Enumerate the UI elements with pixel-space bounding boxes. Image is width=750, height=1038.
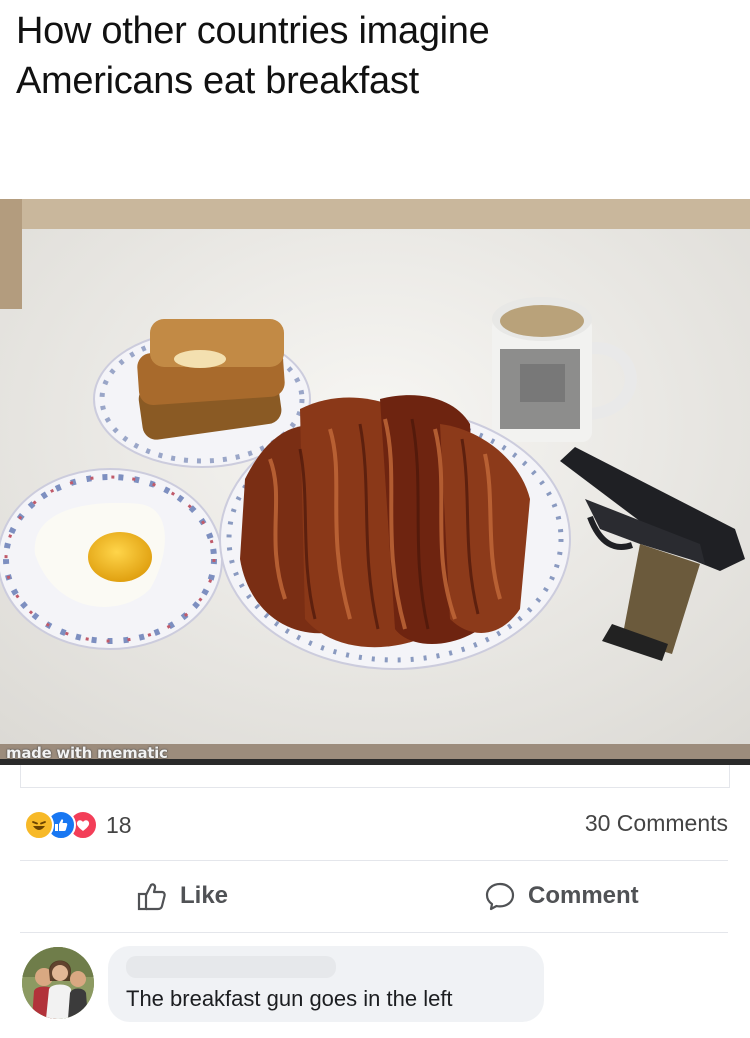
comment-button[interactable]: Comment bbox=[484, 876, 639, 916]
reaction-count: 18 bbox=[106, 811, 132, 838]
caption-line-2: Americans eat breakfast bbox=[16, 60, 419, 102]
link-preview-strip bbox=[20, 765, 730, 788]
comment-label: Comment bbox=[528, 882, 639, 909]
breakfast-photo-illustration bbox=[0, 199, 750, 765]
caption-line-1: How other countries imagine bbox=[16, 10, 490, 52]
comment-bubble[interactable]: The breakfast gun goes in the left bbox=[108, 946, 544, 1022]
reactions-summary[interactable]: 18 bbox=[24, 808, 132, 842]
egg-plate bbox=[0, 468, 223, 650]
commenter-avatar[interactable] bbox=[22, 947, 94, 1019]
comments-count-link[interactable]: 30 Comments bbox=[585, 810, 728, 837]
post-photo[interactable]: made with mematic bbox=[0, 199, 750, 765]
mematic-watermark: made with mematic bbox=[6, 744, 168, 762]
speech-bubble-icon bbox=[485, 882, 515, 911]
haha-icon bbox=[24, 810, 54, 840]
like-button[interactable]: Like bbox=[136, 876, 228, 916]
divider-top bbox=[20, 860, 728, 861]
backsplash bbox=[0, 199, 750, 229]
thumbs-up-icon bbox=[137, 883, 166, 911]
divider-bottom bbox=[20, 932, 728, 933]
commenter-name-redacted bbox=[126, 956, 336, 978]
meme-caption: How other countries imagine Americans ea… bbox=[16, 6, 716, 106]
like-label: Like bbox=[180, 882, 229, 909]
comment-text: The breakfast gun goes in the left bbox=[126, 986, 453, 1011]
